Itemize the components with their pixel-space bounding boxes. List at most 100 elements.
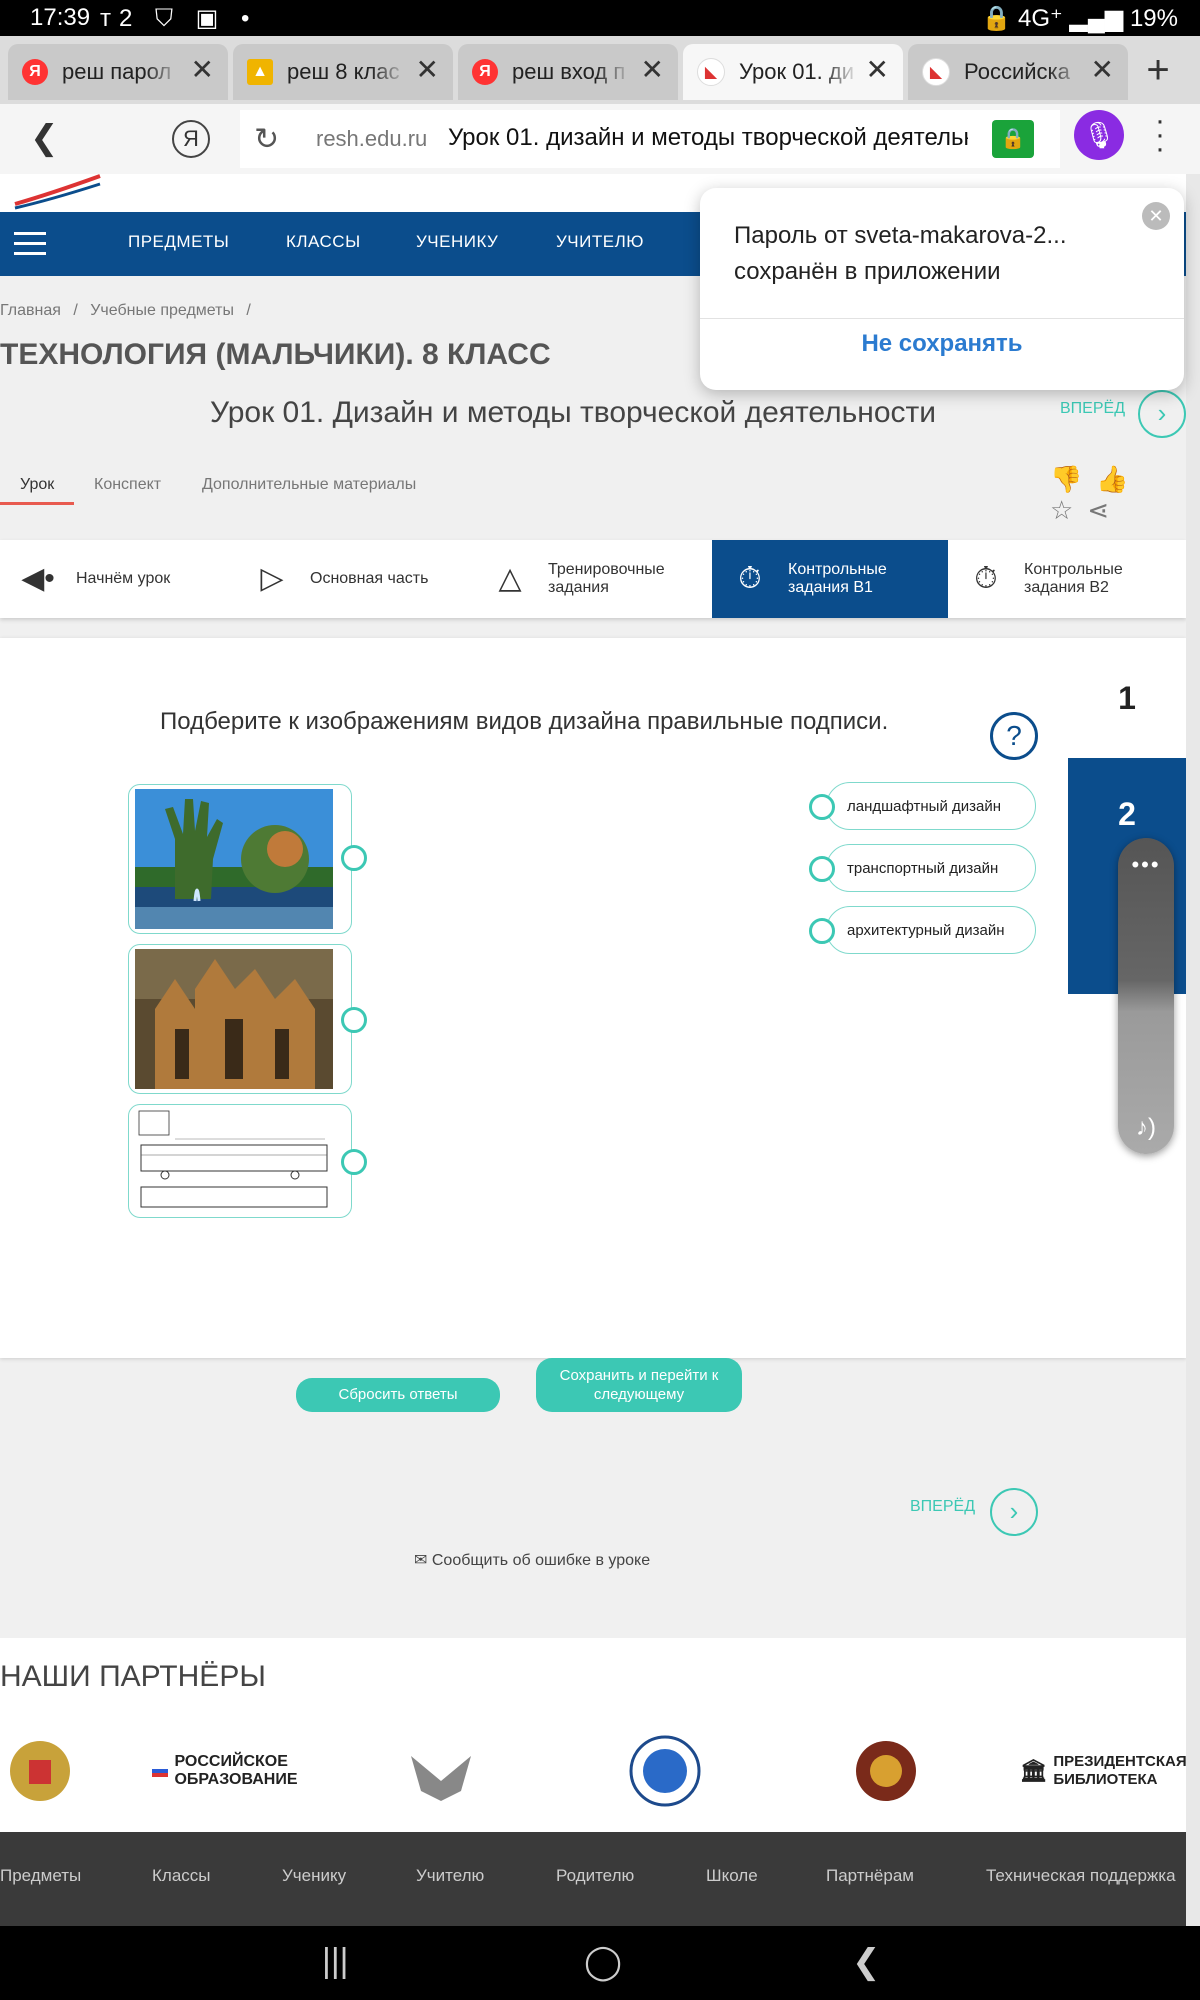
system-navigation-bar: ||| ◯ ❮ bbox=[0, 1926, 1200, 2000]
footer-link-support[interactable]: Техническая поддержка bbox=[986, 1866, 1176, 1886]
footer-link-school[interactable]: Школе bbox=[706, 1866, 758, 1886]
yandex-home-icon[interactable]: Я bbox=[172, 120, 210, 158]
footer-link-teacher[interactable]: Учителю bbox=[416, 1866, 484, 1886]
browser-tab[interactable]: ▲ реш 8 клас ✕ bbox=[233, 44, 453, 100]
forward-link[interactable]: ВПЕРЁД bbox=[910, 1498, 975, 1516]
tab-lesson[interactable]: Урок bbox=[20, 476, 54, 494]
lock-icon[interactable]: 🔒 bbox=[992, 120, 1034, 158]
browser-tab-active[interactable]: ◣ Урок 01. ди ✕ bbox=[683, 44, 903, 100]
more-icon[interactable]: ••• bbox=[1118, 852, 1174, 878]
image-connector-dot[interactable] bbox=[341, 1007, 367, 1033]
footer-link-parent[interactable]: Родителю bbox=[556, 1866, 634, 1886]
dislike-icon[interactable]: 👎 bbox=[1050, 464, 1096, 494]
footer-link-partners[interactable]: Партнёрам bbox=[826, 1866, 914, 1886]
breadcrumb-subjects[interactable]: Учебные предметы bbox=[90, 302, 234, 319]
microphone-icon[interactable]: 🎙 bbox=[1074, 110, 1124, 160]
tab-title: реш парол bbox=[62, 59, 172, 84]
url-field[interactable]: ↻ resh.edu.ru Урок 01. дизайн и методы т… bbox=[240, 110, 1060, 168]
tab-title: Урок 01. ди bbox=[739, 59, 855, 84]
partner-emblem-1[interactable] bbox=[0, 1736, 80, 1806]
nav-item-classes[interactable]: КЛАССЫ bbox=[286, 232, 361, 252]
reload-icon[interactable]: ↻ bbox=[254, 122, 279, 157]
resh-favicon-icon: ◣ bbox=[922, 58, 950, 86]
partner-emblem-4[interactable] bbox=[620, 1735, 710, 1807]
back-arrow-icon[interactable]: ❮ bbox=[30, 118, 59, 158]
forward-arrow-icon[interactable]: › bbox=[1138, 390, 1186, 438]
tab-summary[interactable]: Конспект bbox=[94, 476, 161, 494]
megaphone-icon: ◀• bbox=[21, 562, 55, 595]
browser-tab-bar: Я реш парол ✕ ▲ реш 8 клас ✕ Я реш вход … bbox=[0, 36, 1200, 104]
yandex-favicon-icon: Я bbox=[22, 59, 48, 85]
stage-control-b1[interactable]: ⏱ Контрольные задания В1 bbox=[712, 540, 948, 618]
partner-russian-education[interactable]: РОССИЙСКОЕ ОБРАЗОВАНИЕ bbox=[150, 1736, 300, 1806]
browser-menu-icon[interactable]: · · · bbox=[1150, 106, 1170, 164]
reset-answers-button[interactable]: Сбросить ответы bbox=[296, 1378, 500, 1412]
option-connector-dot[interactable] bbox=[809, 856, 835, 882]
music-icon[interactable]: ♪) bbox=[1118, 1114, 1174, 1142]
hamburger-menu-icon[interactable] bbox=[14, 232, 46, 262]
forward-arrow-icon[interactable]: › bbox=[990, 1488, 1038, 1536]
close-tab-icon[interactable]: ✕ bbox=[191, 56, 214, 84]
save-next-button[interactable]: Сохранить и перейти к следующему bbox=[536, 1358, 742, 1412]
breadcrumb-separator: / bbox=[73, 302, 78, 319]
tab-title: Российска bbox=[964, 59, 1070, 84]
close-tab-icon[interactable]: ✕ bbox=[1091, 56, 1114, 84]
close-tab-icon[interactable]: ✕ bbox=[641, 56, 664, 84]
new-tab-button[interactable]: + bbox=[1130, 48, 1186, 96]
footer-link-classes[interactable]: Классы bbox=[152, 1866, 211, 1886]
recent-apps-icon[interactable]: ||| bbox=[322, 1942, 349, 1981]
subject-title: ТЕХНОЛОГИЯ (МАЛЬЧИКИ). 8 КЛАСС bbox=[0, 338, 551, 371]
task-page-1[interactable]: 1 bbox=[1068, 638, 1186, 758]
option-label: транспортный дизайн bbox=[847, 860, 999, 877]
partner-presidential-library[interactable]: 🏛 ПРЕЗИДЕНТСКАЯ БИБЛИОТЕКА bbox=[1019, 1736, 1186, 1806]
stage-main[interactable]: ▷ Основная часть bbox=[250, 540, 470, 618]
status-bar: 17:39 ᴛ2 ⛉ ▣ • 🔒 4G⁺ ▂▄▆ 19% bbox=[0, 0, 1200, 36]
share-icon[interactable]: ⋖ bbox=[1087, 495, 1123, 525]
option-label: архитектурный дизайн bbox=[847, 922, 1005, 939]
help-icon[interactable]: ? bbox=[990, 712, 1038, 760]
report-error-label: Сообщить об ошибке в уроке bbox=[431, 1552, 651, 1569]
stage-control-b2[interactable]: ⏱ Контрольные задания В2 bbox=[964, 540, 1184, 618]
browser-tab[interactable]: Я реш вход п ✕ bbox=[458, 44, 678, 100]
close-tab-icon[interactable]: ✕ bbox=[866, 56, 889, 84]
report-error-link[interactable]: ✉ Сообщить об ошибке в уроке bbox=[414, 1550, 650, 1570]
clock: 17:39 bbox=[30, 4, 91, 31]
hand-sculpture-fountain-image bbox=[135, 789, 333, 929]
star-icon[interactable]: ☆ bbox=[1050, 495, 1087, 525]
stage-start[interactable]: ◀• Начнём урок bbox=[16, 540, 236, 618]
floating-side-tool[interactable]: ••• ♪) bbox=[1118, 838, 1174, 1154]
back-icon[interactable]: ❮ bbox=[852, 1942, 881, 1982]
partner-emblem-3[interactable] bbox=[396, 1736, 486, 1806]
nav-item-student[interactable]: УЧЕНИКУ bbox=[416, 232, 498, 252]
library-building-icon: 🏛 bbox=[1019, 1758, 1048, 1783]
nav-item-teacher[interactable]: УЧИТЕЛЮ bbox=[556, 232, 644, 252]
partners-title: НАШИ ПАРТНЁРЫ bbox=[0, 1660, 266, 1693]
close-tab-icon[interactable]: ✕ bbox=[416, 56, 439, 84]
dont-save-button[interactable]: Не сохранять bbox=[700, 330, 1184, 358]
answer-option-2[interactable]: транспортный дизайн bbox=[809, 844, 1036, 892]
image-card-1[interactable] bbox=[128, 784, 367, 934]
stage-training[interactable]: △ Тренировочные задания bbox=[488, 540, 708, 618]
resh-logo-icon[interactable] bbox=[10, 174, 130, 212]
forward-link[interactable]: ВПЕРЁД bbox=[1060, 400, 1125, 418]
image-connector-dot[interactable] bbox=[341, 845, 367, 871]
like-icon[interactable]: 👍 bbox=[1096, 464, 1142, 494]
answer-option-3[interactable]: архитектурный дизайн bbox=[809, 906, 1036, 954]
footer-link-subjects[interactable]: Предметы bbox=[0, 1866, 81, 1886]
close-icon[interactable]: ✕ bbox=[1142, 202, 1170, 230]
partner-emblem-5[interactable] bbox=[846, 1736, 926, 1806]
browser-tab[interactable]: ◣ Российска ✕ bbox=[908, 44, 1128, 100]
option-connector-dot[interactable] bbox=[809, 794, 835, 820]
lesson-stages: ◀• Начнём урок ▷ Основная часть △ Тренир… bbox=[0, 540, 1186, 618]
tab-extra-materials[interactable]: Дополнительные материалы bbox=[202, 476, 416, 494]
answer-option-1[interactable]: ландшафтный дизайн bbox=[809, 782, 1036, 830]
image-connector-dot[interactable] bbox=[341, 1149, 367, 1175]
image-card-3[interactable] bbox=[128, 1104, 367, 1218]
footer-link-student[interactable]: Ученику bbox=[282, 1866, 346, 1886]
option-connector-dot[interactable] bbox=[809, 918, 835, 944]
image-card-2[interactable] bbox=[128, 944, 367, 1094]
browser-tab[interactable]: Я реш парол ✕ bbox=[8, 44, 228, 100]
home-icon[interactable]: ◯ bbox=[584, 1942, 622, 1982]
breadcrumb-home[interactable]: Главная bbox=[0, 302, 61, 319]
nav-item-subjects[interactable]: ПРЕДМЕТЫ bbox=[128, 232, 229, 252]
